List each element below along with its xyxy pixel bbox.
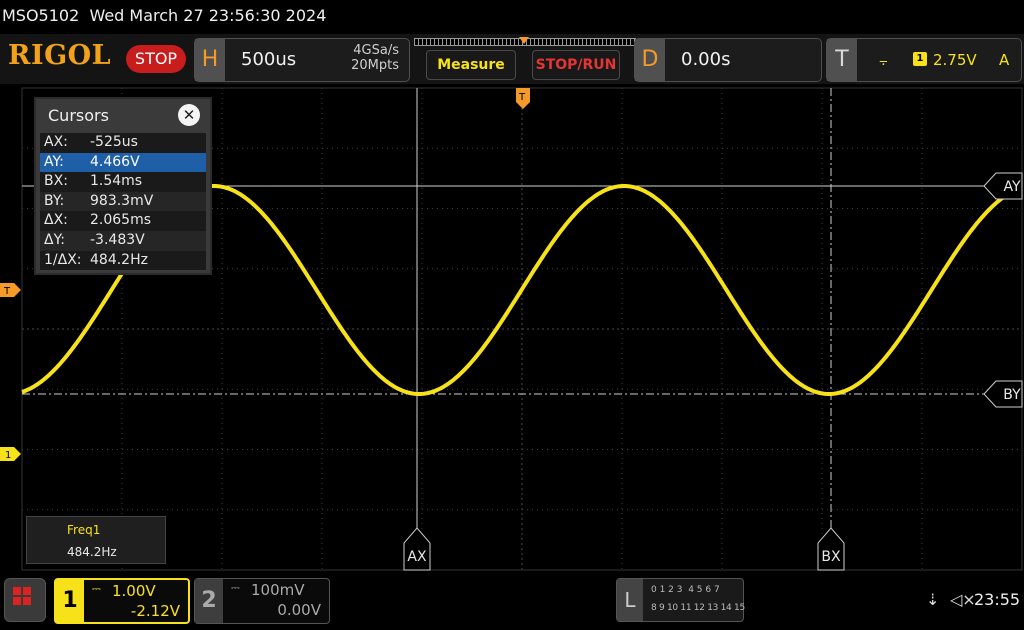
cursor-key: BY: <box>44 192 65 209</box>
channel1-scale: 1.00V <box>112 582 156 600</box>
cursors-title: Cursors <box>48 106 109 125</box>
measurement-freq1[interactable]: Freq1 484.2Hz <box>26 516 166 564</box>
trigger-mode: A <box>999 51 1010 69</box>
delay-value: 0.00s <box>681 49 731 70</box>
memory-depth: 20Mpts <box>351 58 399 73</box>
channel2-number: 2 <box>195 579 223 623</box>
delay-label: D <box>635 39 665 81</box>
channel1-marker-text: 1 <box>5 450 11 461</box>
cursor-key: ΔY: <box>44 231 65 248</box>
rigol-logo: RIGOL <box>8 40 112 71</box>
delay-settings[interactable]: D 0.00s <box>634 38 822 82</box>
menu-grid-icon <box>13 597 21 605</box>
channel1-settings[interactable]: 1 ⎓ 1.00V -2.12V <box>54 578 190 624</box>
cursor-value: 4.466V <box>90 153 140 170</box>
channel1-marker-shape: 1 <box>0 447 21 461</box>
sample-rate: 4GSa/s <box>353 43 399 58</box>
trigger-position-top-marker[interactable]: T <box>515 88 559 109</box>
acquisition-info: 4GSa/s 20Mpts <box>351 43 399 73</box>
cursors-header: Cursors ✕ <box>36 99 210 131</box>
cursor-row[interactable]: AX: -525us <box>40 133 206 153</box>
dc-coupling-icon: ⎓ <box>92 582 101 595</box>
horizontal-label: H <box>195 39 225 81</box>
logic-analyzer-settings[interactable]: L 0 1 2 3 4 5 6 7 8 9 10 11 12 13 14 15 <box>616 578 745 622</box>
run-state-badge[interactable]: STOP <box>126 45 186 73</box>
trigger-position-marker <box>519 37 529 44</box>
close-icon[interactable]: ✕ <box>178 104 200 126</box>
title-bar: MSO5102 Wed March 27 23:56:30 2024 <box>0 0 1024 34</box>
timebase-value: 500us <box>241 49 297 70</box>
dc-coupling-icon: ⎓ <box>231 581 240 594</box>
cursor-readout-list: AX: -525us AY: 4.466V BX: 1.54ms BY: 983.3mV ΔX:… <box>40 133 206 271</box>
cursor-key: BX: <box>44 173 68 190</box>
cursor-value: 2.065ms <box>90 212 152 229</box>
waveform-position-strip <box>414 37 636 46</box>
cursor-bx-marker-label: BX <box>821 549 841 565</box>
cursor-value: -3.483V <box>90 231 145 248</box>
logic-label: L <box>617 579 643 621</box>
cursor-key: ΔX: <box>44 212 68 229</box>
rising-edge-icon: ⨪ <box>879 51 888 69</box>
cursor-ax-marker-label: AX <box>407 549 427 565</box>
trigger-top-shape: T <box>516 88 530 109</box>
trigger-source-badge: 1 <box>913 52 927 66</box>
cursor-row[interactable]: BX: 1.54ms <box>40 172 206 192</box>
channel2-offset: 0.00V <box>277 601 321 619</box>
trigger-level-marker[interactable]: T <box>0 282 44 302</box>
cursor-key: 1/ΔX: <box>44 251 82 268</box>
horizontal-settings[interactable]: H 500us 4GSa/s 20Mpts <box>194 38 410 82</box>
channel1-offset: -2.12V <box>130 602 180 620</box>
cursor-row[interactable]: 1/ΔX: 484.2Hz <box>40 250 206 271</box>
measure-button[interactable]: Measure <box>426 50 516 80</box>
cursor-value: 484.2Hz <box>90 251 148 268</box>
stop-run-button[interactable]: STOP/RUN <box>532 50 620 80</box>
cursor-value: 1.54ms <box>90 173 143 190</box>
menu-grid-icon <box>13 587 21 595</box>
cursor-row[interactable]: ΔY: -3.483V <box>40 230 206 251</box>
cursor-value: -525us <box>90 134 138 150</box>
trigger-marker-text: T <box>3 286 11 297</box>
menu-grid-icon <box>23 587 31 595</box>
channel2-scale: 100mV <box>251 581 305 599</box>
system-clock: 23:55 <box>974 590 1021 609</box>
cursor-key: AY: <box>44 153 64 170</box>
menu-grid-icon <box>23 597 31 605</box>
measurement-value: 484.2Hz <box>67 545 117 559</box>
cursor-row[interactable]: BY: 983.3mV <box>40 191 206 212</box>
cursors-panel: Cursors ✕ AX: -525us AY: 4.466V BX: 1.54ms BY:… <box>34 97 212 275</box>
logic-channels-row1: 0 1 2 3 4 5 6 7 <box>651 585 720 595</box>
channel2-settings[interactable]: 2 ⎓ 100mV 0.00V <box>194 578 330 624</box>
device-title: MSO5102 Wed March 27 23:56:30 2024 <box>2 6 327 25</box>
cursor-row[interactable]: AY: 4.466V <box>40 152 206 173</box>
cursor-by-marker-label: BY <box>1003 387 1021 403</box>
trigger-label: T <box>827 39 857 81</box>
cursor-row[interactable]: ΔX: 2.065ms <box>40 211 206 231</box>
trigger-marker-shape: T <box>0 283 21 297</box>
channel1-offset-marker[interactable]: 1 <box>0 446 44 466</box>
measurement-label: Freq1 <box>67 523 101 537</box>
logic-channels-row2: 8 9 10 11 12 13 14 15 <box>651 603 745 613</box>
cursor-value: 983.3mV <box>90 192 154 209</box>
trigger-level: 2.75V <box>933 51 977 69</box>
channel1-number: 1 <box>56 580 84 622</box>
usb-icon[interactable]: ⇣ <box>926 590 939 609</box>
trigger-settings[interactable]: T ⨪ 1 2.75V A <box>826 38 1022 82</box>
home-menu-button[interactable] <box>4 578 46 622</box>
speaker-muted-icon[interactable]: ◁× <box>950 590 976 609</box>
trigger-top-text: T <box>518 92 526 103</box>
cursor-key: AX: <box>44 134 68 150</box>
cursor-ay-marker-label: AY <box>1003 179 1020 195</box>
